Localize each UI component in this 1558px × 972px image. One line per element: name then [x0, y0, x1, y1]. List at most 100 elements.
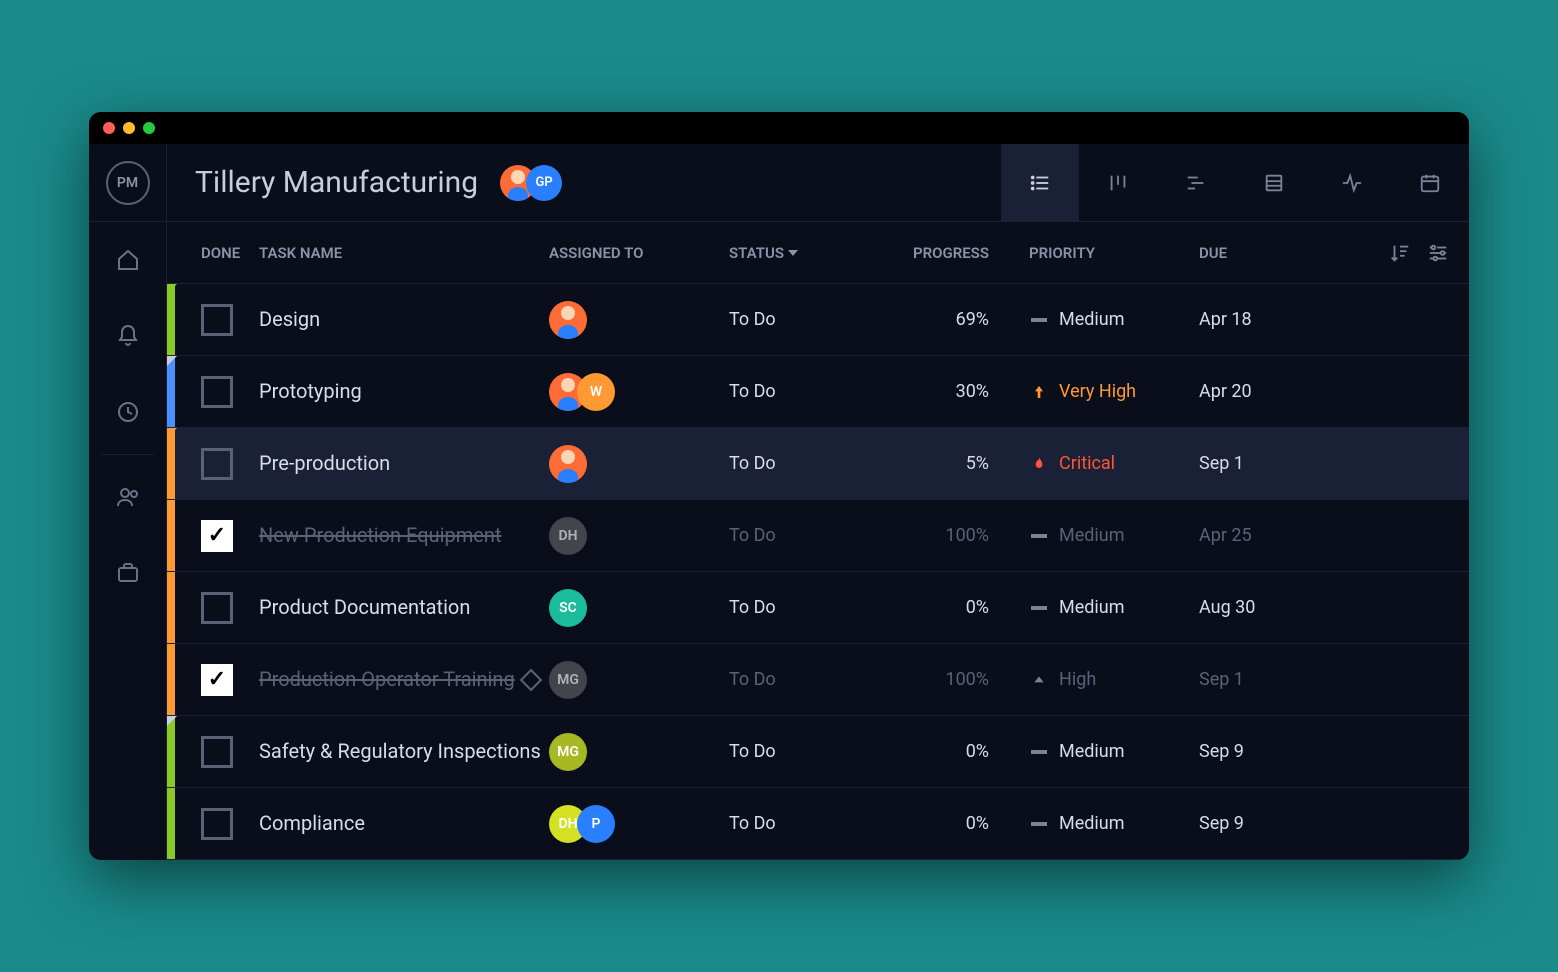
done-checkbox[interactable] [201, 592, 233, 624]
assignees[interactable]: SC [549, 589, 729, 627]
task-row[interactable]: ✓ Production Operator Training MG To Do100%… [167, 644, 1469, 716]
view-board-button[interactable] [1079, 144, 1157, 221]
task-row[interactable]: ✓ New Production Equipment DH To Do100%Medi… [167, 500, 1469, 572]
task-row[interactable]: Product Documentation SC To Do0%MediumAug … [167, 572, 1469, 644]
done-checkbox[interactable]: ✓ [201, 520, 233, 552]
due-cell[interactable]: Apr 18 [1199, 309, 1329, 330]
task-name[interactable]: Safety & Regulatory Inspections [259, 740, 541, 763]
progress-cell[interactable]: 100% [879, 525, 1029, 546]
task-name[interactable]: Compliance [259, 812, 365, 835]
view-calendar-button[interactable] [1391, 144, 1469, 221]
status-cell[interactable]: To Do [729, 597, 879, 618]
sort-icon[interactable] [1389, 242, 1411, 264]
priority-cell[interactable]: Medium [1029, 525, 1199, 546]
done-checkbox[interactable] [201, 808, 233, 840]
avatar[interactable]: P [577, 805, 615, 843]
due-cell[interactable]: Aug 30 [1199, 597, 1329, 618]
col-status[interactable]: STATUS [729, 244, 879, 262]
done-checkbox[interactable] [201, 304, 233, 336]
due-cell[interactable]: Sep 9 [1199, 741, 1329, 762]
col-progress[interactable]: PROGRESS [879, 244, 1029, 262]
assignees[interactable]: DHP [549, 805, 729, 843]
filter-icon[interactable] [1427, 242, 1449, 264]
due-cell[interactable]: Sep 1 [1199, 453, 1329, 474]
col-assigned[interactable]: ASSIGNED TO [549, 244, 729, 262]
sidebar-home[interactable] [89, 222, 166, 298]
status-cell[interactable]: To Do [729, 453, 879, 474]
done-checkbox[interactable]: ✓ [201, 664, 233, 696]
avatar[interactable] [549, 301, 587, 339]
task-name[interactable]: Prototyping [259, 380, 362, 403]
assignees[interactable]: W [549, 373, 729, 411]
status-cell[interactable]: To Do [729, 813, 879, 834]
task-row[interactable]: Design To Do69%MediumApr 18 [167, 284, 1469, 356]
sidebar-portfolio[interactable] [89, 535, 166, 611]
close-icon[interactable] [103, 122, 115, 134]
avatar[interactable]: DH [549, 517, 587, 555]
progress-cell[interactable]: 0% [879, 813, 1029, 834]
maximize-icon[interactable] [143, 122, 155, 134]
status-cell[interactable]: To Do [729, 525, 879, 546]
avatar[interactable] [549, 445, 587, 483]
view-gantt-button[interactable] [1157, 144, 1235, 221]
status-cell[interactable]: To Do [729, 381, 879, 402]
assignees[interactable]: MG [549, 661, 729, 699]
status-cell[interactable]: To Do [729, 309, 879, 330]
avatar[interactable]: SC [549, 589, 587, 627]
task-name[interactable]: Pre-production [259, 452, 390, 475]
avatar[interactable]: MG [549, 733, 587, 771]
minimize-icon[interactable] [123, 122, 135, 134]
task-row[interactable]: Pre-production To Do5%CriticalSep 1 [167, 428, 1469, 500]
status-cell[interactable]: To Do [729, 741, 879, 762]
avatar[interactable]: GP [526, 165, 562, 201]
assignees[interactable] [549, 445, 729, 483]
due-cell[interactable]: Apr 20 [1199, 381, 1329, 402]
task-name[interactable]: Product Documentation [259, 596, 470, 619]
task-name[interactable]: Design [259, 308, 320, 331]
sidebar-recent[interactable] [89, 374, 166, 450]
view-tabs [1001, 144, 1469, 221]
app-logo[interactable]: PM [89, 144, 167, 221]
due-cell[interactable]: Sep 1 [1199, 669, 1329, 690]
due-cell[interactable]: Apr 25 [1199, 525, 1329, 546]
task-row[interactable]: Compliance DHPTo Do0%MediumSep 9 [167, 788, 1469, 860]
done-checkbox[interactable] [201, 736, 233, 768]
avatar[interactable]: MG [549, 661, 587, 699]
done-checkbox[interactable] [201, 376, 233, 408]
progress-cell[interactable]: 5% [879, 453, 1029, 474]
task-row[interactable]: Prototyping W To Do30%Very HighApr 20 [167, 356, 1469, 428]
progress-cell[interactable]: 100% [879, 669, 1029, 690]
priority-cell[interactable]: Critical [1029, 453, 1199, 474]
status-cell[interactable]: To Do [729, 669, 879, 690]
assignees[interactable]: DH [549, 517, 729, 555]
priority-cell[interactable]: Medium [1029, 813, 1199, 834]
priority-cell[interactable]: Medium [1029, 597, 1199, 618]
header-avatars[interactable]: GP [500, 165, 562, 201]
progress-cell[interactable]: 0% [879, 741, 1029, 762]
task-name[interactable]: New Production Equipment [259, 524, 501, 547]
view-sheet-button[interactable] [1235, 144, 1313, 221]
col-priority[interactable]: PRIORITY [1029, 244, 1199, 262]
priority-cell[interactable]: High [1029, 669, 1199, 690]
col-due[interactable]: DUE [1199, 244, 1329, 262]
priority-cell[interactable]: Medium [1029, 309, 1199, 330]
logo-badge: PM [106, 161, 150, 205]
priority-cell[interactable]: Very High [1029, 381, 1199, 402]
col-name[interactable]: TASK NAME [259, 244, 549, 262]
view-list-button[interactable] [1001, 144, 1079, 221]
progress-cell[interactable]: 69% [879, 309, 1029, 330]
col-done[interactable]: DONE [179, 244, 259, 262]
assignees[interactable] [549, 301, 729, 339]
avatar[interactable]: W [577, 373, 615, 411]
view-activity-button[interactable] [1313, 144, 1391, 221]
task-name[interactable]: Production Operator Training [259, 668, 515, 691]
task-row[interactable]: Safety & Regulatory Inspections MG To Do0%… [167, 716, 1469, 788]
priority-cell[interactable]: Medium [1029, 741, 1199, 762]
sidebar-notifications[interactable] [89, 298, 166, 374]
assignees[interactable]: MG [549, 733, 729, 771]
progress-cell[interactable]: 0% [879, 597, 1029, 618]
progress-cell[interactable]: 30% [879, 381, 1029, 402]
done-checkbox[interactable] [201, 448, 233, 480]
due-cell[interactable]: Sep 9 [1199, 813, 1329, 834]
sidebar-team[interactable] [89, 459, 166, 535]
